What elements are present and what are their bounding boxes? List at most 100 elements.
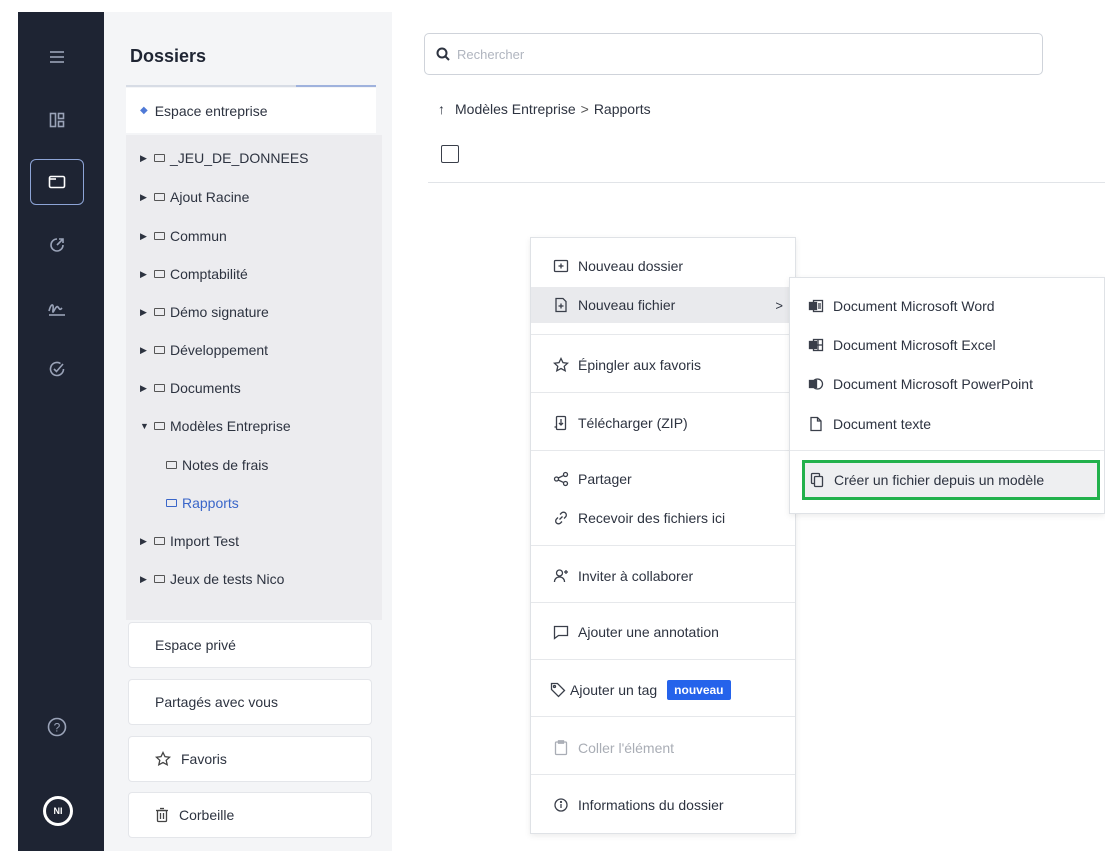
tree-item[interactable]: Notes de frais: [162, 453, 268, 477]
folder-icon: [166, 499, 177, 507]
tree-item-label: Documents: [170, 380, 241, 396]
caret-right-icon[interactable]: ▶: [140, 574, 150, 585]
submenu-item-label: Créer un fichier depuis un modèle: [834, 472, 1045, 488]
menu-divider: [531, 659, 795, 660]
arrow-up-icon[interactable]: ↑: [438, 101, 445, 117]
select-all-checkbox[interactable]: [441, 145, 459, 163]
caret-right-icon[interactable]: ▶: [140, 153, 150, 164]
submenu-item-label: Document Microsoft Word: [833, 298, 995, 314]
tree-item[interactable]: ▶ Développement: [140, 338, 268, 362]
workspace-label: Espace entreprise: [154, 102, 268, 119]
menu-item-new-folder[interactable]: Nouveau dossier: [531, 250, 795, 282]
signature-icon[interactable]: [30, 285, 84, 331]
trash-button[interactable]: Corbeille: [128, 792, 372, 838]
caret-down-icon[interactable]: ▼: [140, 421, 150, 431]
submenu-item-from-template[interactable]: Créer un fichier depuis un modèle: [802, 460, 1100, 500]
submenu-item-excel[interactable]: Document Microsoft Excel: [790, 330, 1104, 360]
tag-icon: [550, 682, 566, 698]
tree-item[interactable]: ▶ _JEU_DE_DONNEES: [140, 146, 309, 170]
tree-item[interactable]: ▶ Comptabilité: [140, 262, 248, 286]
list-header-divider: [428, 182, 1105, 183]
star-icon: [155, 751, 171, 767]
tree-item-label: Notes de frais: [182, 457, 269, 473]
tree-item-label: _JEU_DE_DONNEES: [170, 150, 309, 166]
favorites-label: Favoris: [181, 751, 227, 767]
search-bar[interactable]: [424, 33, 1043, 75]
menu-item-paste: Coller l'élément: [531, 732, 795, 764]
user-plus-icon: [553, 568, 569, 584]
menu-item-invite[interactable]: Inviter à collaborer: [531, 560, 795, 592]
favorites-button[interactable]: Favoris: [128, 736, 372, 782]
trash-label: Corbeille: [179, 807, 235, 823]
private-space-label: Espace privé: [155, 637, 236, 653]
avatar-initials: NI: [46, 799, 70, 823]
menu-item-add-tag[interactable]: Ajouter un tag nouveau: [531, 674, 795, 706]
caret-right-icon[interactable]: ▶: [140, 345, 150, 356]
file-plus-icon: [553, 297, 569, 313]
caret-right-icon[interactable]: ▶: [140, 383, 150, 394]
workspace-tab-enterprise[interactable]: ◆ Espace entreprise: [126, 88, 376, 133]
breadcrumb-parent[interactable]: Modèles Entreprise: [455, 101, 576, 117]
caret-right-icon[interactable]: ▶: [140, 269, 150, 280]
tree-item-label: Import Test: [170, 533, 239, 549]
activity-icon[interactable]: [30, 222, 84, 268]
search-input[interactable]: [457, 46, 1017, 62]
dashboard-icon[interactable]: [30, 97, 84, 143]
menu-item-folder-info[interactable]: Informations du dossier: [531, 789, 795, 821]
tree-item[interactable]: ▶ Documents: [140, 376, 241, 400]
folder-plus-icon: [553, 258, 569, 274]
shared-label: Partagés avec vous: [155, 694, 278, 710]
tree-item[interactable]: ▼ Modèles Entreprise: [140, 414, 291, 438]
comment-icon: [553, 624, 569, 640]
tree-item[interactable]: ▶ Démo signature: [140, 300, 269, 324]
tree-item-selected[interactable]: Rapports: [162, 491, 239, 515]
excel-icon: [808, 337, 824, 353]
caret-right-icon[interactable]: ▶: [140, 192, 150, 203]
menu-item-new-file[interactable]: Nouveau fichier >: [531, 287, 795, 323]
menu-item-share[interactable]: Partager: [531, 463, 795, 495]
menu-item-label: Recevoir des fichiers ici: [578, 510, 726, 526]
menu-item-pin-favorites[interactable]: Épingler aux favoris: [531, 349, 795, 381]
tree-item[interactable]: ▶ Commun: [140, 224, 227, 248]
search-icon: [436, 47, 450, 61]
tree-item-label: Jeux de tests Nico: [170, 571, 285, 587]
menu-icon[interactable]: [30, 34, 84, 80]
avatar[interactable]: NI: [43, 796, 73, 826]
folder-icon: [154, 270, 165, 278]
submenu-item-text[interactable]: Document texte: [790, 409, 1104, 439]
submenu-item-powerpoint[interactable]: Document Microsoft PowerPoint: [790, 369, 1104, 399]
tree-item-label: Rapports: [182, 495, 239, 511]
menu-divider: [531, 602, 795, 603]
clipboard-icon: [553, 740, 569, 756]
folder-icon: [154, 154, 165, 162]
tree-item-label: Commun: [170, 228, 227, 244]
menu-item-label: Nouveau fichier: [578, 297, 676, 313]
folders-panel: Dossiers ◆ Espace entreprise ▶ _JEU_DE_DO…: [104, 12, 392, 851]
caret-right-icon[interactable]: ▶: [140, 231, 150, 242]
caret-right-icon[interactable]: ▶: [140, 536, 150, 547]
check-circle-icon[interactable]: [30, 346, 84, 392]
tree-item[interactable]: ▶ Jeux de tests Nico: [140, 567, 284, 591]
share-icon: [553, 471, 569, 487]
submenu-item-label: Document Microsoft PowerPoint: [833, 376, 1033, 392]
submenu-item-word[interactable]: Document Microsoft Word: [790, 291, 1104, 321]
tree-item[interactable]: ▶ Ajout Racine: [140, 185, 249, 209]
nav-rail-bar: ? NI: [18, 12, 104, 851]
tree-item[interactable]: ▶ Import Test: [140, 529, 239, 553]
link-icon: [553, 510, 569, 526]
folder-icon[interactable]: [30, 159, 84, 205]
menu-item-receive-files[interactable]: Recevoir des fichiers ici: [531, 502, 795, 534]
folder-icon: [154, 346, 165, 354]
menu-item-annotate[interactable]: Ajouter une annotation: [531, 616, 795, 648]
breadcrumb-current[interactable]: Rapports: [594, 101, 651, 117]
folder-icon: [166, 461, 177, 469]
help-icon[interactable]: ?: [30, 704, 84, 750]
submenu-item-label: Document Microsoft Excel: [833, 337, 996, 353]
tree-item-label: Démo signature: [170, 304, 269, 320]
menu-item-download-zip[interactable]: Télécharger (ZIP): [531, 407, 795, 439]
menu-item-label: Informations du dossier: [578, 797, 724, 813]
private-space-button[interactable]: Espace privé: [128, 622, 372, 668]
submenu-item-label: Document texte: [833, 416, 932, 432]
shared-with-you-button[interactable]: Partagés avec vous: [128, 679, 372, 725]
caret-right-icon[interactable]: ▶: [140, 307, 150, 318]
